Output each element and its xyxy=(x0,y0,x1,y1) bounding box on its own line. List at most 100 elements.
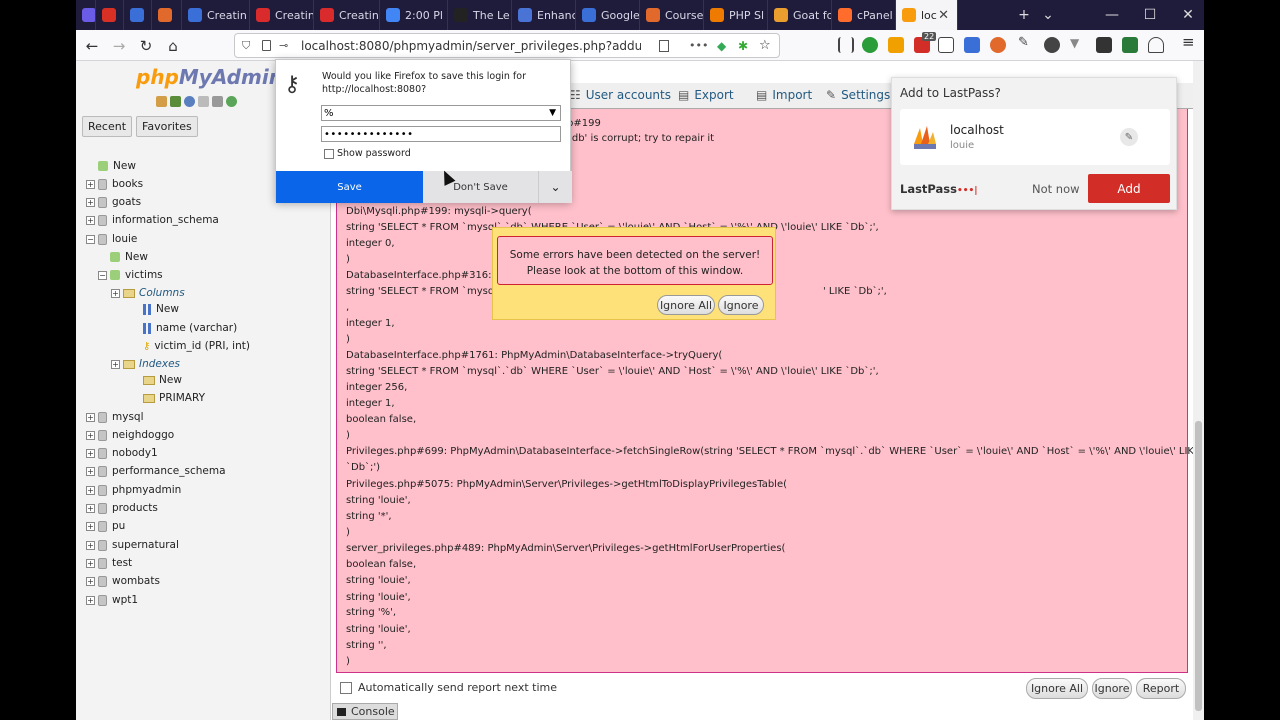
expand-icon[interactable]: + xyxy=(86,448,95,458)
browser-tab[interactable]: Google xyxy=(576,0,640,30)
expand-icon[interactable]: + xyxy=(86,558,95,568)
favorites-button[interactable]: Favorites xyxy=(136,116,198,137)
evernote-icon[interactable] xyxy=(862,37,878,53)
checkbox[interactable] xyxy=(324,148,334,159)
key-icon[interactable]: ⊸ xyxy=(279,39,288,52)
browser-tab[interactable]: PHP Sl xyxy=(704,0,768,30)
tree-item[interactable]: + test xyxy=(86,555,132,571)
tree-item[interactable]: name (varchar) xyxy=(131,320,237,336)
menu-user-accounts[interactable]: ☷ User accounts xyxy=(570,88,671,102)
browser-tab[interactable] xyxy=(124,0,152,30)
home-button[interactable]: ⌂ xyxy=(162,35,184,57)
browser-tab[interactable]: Creatin xyxy=(314,0,380,30)
add-button[interactable]: Add xyxy=(1088,174,1170,203)
chevron-down-icon[interactable]: ▼ xyxy=(549,108,556,118)
url-bar[interactable]: ⛉ ⊸ localhost:8080/phpmyadmin/server_pri… xyxy=(234,33,780,58)
tree-item[interactable]: + performance_schema xyxy=(86,463,226,479)
notice-ignore-button[interactable]: Ignore xyxy=(718,295,764,315)
screenshot-icon[interactable] xyxy=(1122,37,1138,53)
tree-item[interactable]: + pu xyxy=(86,518,125,534)
expand-icon[interactable]: + xyxy=(111,288,120,298)
recent-button[interactable]: Recent xyxy=(82,116,133,137)
phpmyadmin-logo[interactable]: phpMyAdmin xyxy=(136,65,283,89)
menu-settings[interactable]: ✎ Settings xyxy=(826,88,890,102)
report-button[interactable]: Report xyxy=(1136,678,1186,699)
tree-item[interactable]: + goats xyxy=(86,194,141,210)
expand-icon[interactable]: + xyxy=(86,576,95,586)
back-button[interactable]: ← xyxy=(81,35,103,57)
tree-item[interactable]: + phpmyadmin xyxy=(86,482,181,498)
logout-icon[interactable] xyxy=(170,96,181,107)
browser-tab[interactable] xyxy=(152,0,182,30)
tree-item[interactable]: + wpt1 xyxy=(86,592,138,608)
pocket-icon[interactable]: ◆ xyxy=(717,39,726,53)
expand-icon[interactable]: + xyxy=(86,179,95,189)
password-field[interactable]: •••••••••••••• xyxy=(321,126,561,142)
bug-icon[interactable]: ✱ xyxy=(738,39,748,53)
browser-tab[interactable]: Goat fo xyxy=(768,0,832,30)
extension-icon[interactable] xyxy=(990,37,1006,53)
expand-icon[interactable]: + xyxy=(86,485,95,495)
reload-icon[interactable] xyxy=(226,96,237,107)
close-tab-icon[interactable]: ✕ xyxy=(938,8,949,23)
tree-item[interactable]: + Columns xyxy=(111,285,185,301)
reload-button[interactable]: ↻ xyxy=(135,35,157,57)
tree-item[interactable]: − louie xyxy=(86,231,137,247)
pencil-icon[interactable]: ✎ xyxy=(1120,128,1138,146)
tree-item[interactable]: + wombats xyxy=(86,573,160,589)
minimize-button[interactable]: — xyxy=(1092,0,1132,30)
settings-icon[interactable] xyxy=(212,96,223,107)
eyedropper-icon[interactable]: ✎ xyxy=(1018,35,1034,51)
checkbox[interactable] xyxy=(340,681,352,694)
page-actions-icon[interactable]: ••• xyxy=(689,39,708,52)
not-now-button[interactable]: Not now xyxy=(1032,182,1080,196)
library-icon[interactable] xyxy=(838,37,854,53)
menu-export[interactable]: ▤ Export xyxy=(678,88,734,102)
url-text[interactable]: localhost:8080/phpmyadmin/server_privile… xyxy=(301,39,641,53)
browser-tab[interactable]: cPanel xyxy=(832,0,896,30)
browser-tab[interactable]: Creatin xyxy=(182,0,250,30)
help-icon[interactable] xyxy=(184,96,195,107)
tree-item[interactable]: + neighdoggo xyxy=(86,427,174,443)
ignore-all-button[interactable]: Ignore All xyxy=(1026,678,1088,699)
tree-item[interactable]: New xyxy=(131,372,182,388)
tree-item[interactable]: − victims xyxy=(98,267,163,283)
browser-tab[interactable]: Course xyxy=(640,0,704,30)
scrollbar-thumb[interactable] xyxy=(1195,421,1202,711)
browser-tab[interactable]: loc ✕ xyxy=(896,0,958,30)
reader-icon[interactable] xyxy=(938,37,954,53)
expand-icon[interactable]: + xyxy=(86,521,95,531)
expand-icon[interactable]: + xyxy=(86,540,95,550)
tree-item[interactable]: ⚷ victim_id (PRI, int) xyxy=(131,338,250,354)
close-window-button[interactable]: ✕ xyxy=(1168,0,1204,30)
tree-item[interactable]: New xyxy=(131,301,179,317)
browser-tab[interactable] xyxy=(76,0,96,30)
expand-icon[interactable]: + xyxy=(86,503,95,513)
cloud-icon[interactable] xyxy=(1148,37,1164,53)
main-scrollbar[interactable] xyxy=(1193,61,1204,720)
console-tab[interactable]: Console xyxy=(332,703,398,720)
expand-icon[interactable]: + xyxy=(86,215,95,225)
expand-icon[interactable]: + xyxy=(86,412,95,422)
expand-icon[interactable]: + xyxy=(86,466,95,476)
docs-icon[interactable] xyxy=(198,96,209,107)
username-field[interactable]: % ▼ xyxy=(321,105,561,121)
tree-item[interactable]: New xyxy=(98,249,148,265)
tree-item[interactable]: New xyxy=(86,158,136,174)
browser-tab[interactable]: 2:00 Pl xyxy=(380,0,448,30)
expand-icon[interactable]: + xyxy=(86,430,95,440)
account-icon[interactable] xyxy=(1044,37,1060,53)
show-password-checkbox[interactable]: Show password xyxy=(324,148,411,159)
maximize-button[interactable]: ☐ xyxy=(1130,0,1170,30)
home-icon[interactable] xyxy=(156,96,167,107)
collapse-icon[interactable]: − xyxy=(98,270,107,280)
browser-tab[interactable]: The Le xyxy=(448,0,512,30)
tree-item[interactable]: + supernatural xyxy=(86,537,179,553)
save-login-button[interactable]: Save xyxy=(276,171,423,203)
notice-ignore-all-button[interactable]: Ignore All xyxy=(657,295,715,315)
expand-icon[interactable]: + xyxy=(111,359,120,369)
collapse-icon[interactable]: − xyxy=(86,234,95,244)
bookmark-star-icon[interactable]: ☆ xyxy=(759,38,771,53)
menu-import[interactable]: ▤ Import xyxy=(756,88,812,102)
paint-icon[interactable] xyxy=(888,37,904,53)
